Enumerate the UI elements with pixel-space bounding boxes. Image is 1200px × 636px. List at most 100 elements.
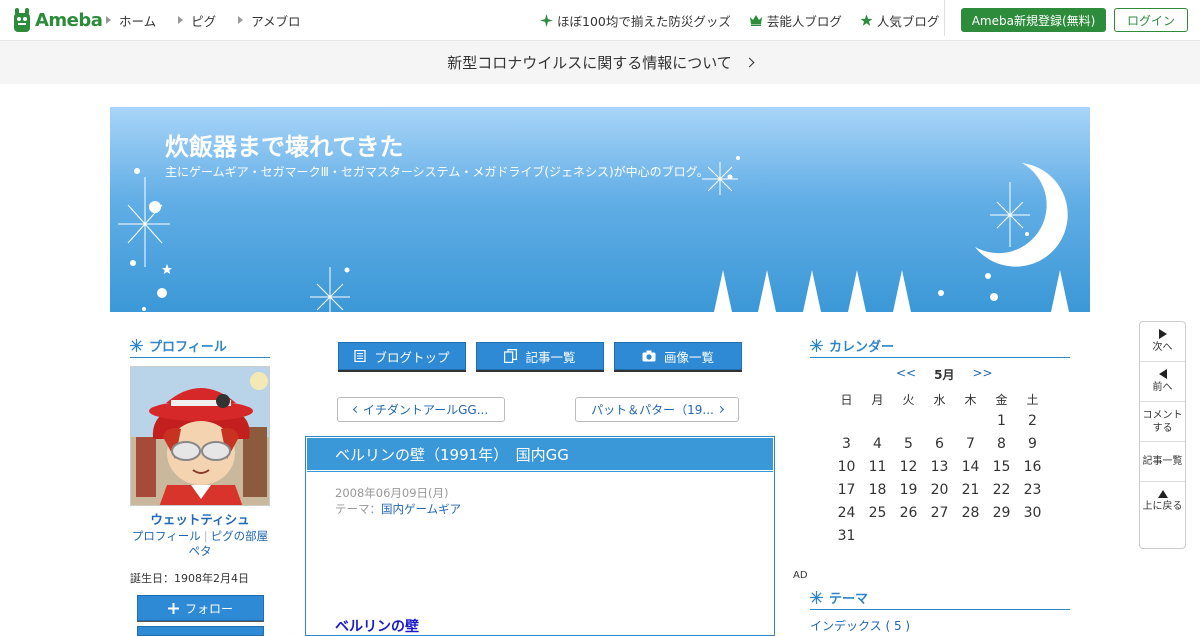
pigg-room-link[interactable]: ピグの部屋 [211, 529, 269, 543]
ad-label: AD [793, 570, 808, 581]
calendar-table: 日 月 火 水 木 金 土 12 3456789 10 11 12 13 14 15 16 … [831, 389, 1048, 547]
float-comment-label: コメント する [1142, 409, 1183, 434]
avatar[interactable] [130, 366, 270, 506]
weekday: 土 [1026, 392, 1039, 407]
calendar-day: 10 [837, 458, 856, 475]
calendar-weekdays: 日 月 火 水 木 金 土 [831, 389, 1048, 409]
calendar-next-month[interactable]: >> [972, 366, 992, 383]
document-icon [354, 350, 367, 362]
calendar-day: 19 [899, 481, 918, 498]
image-list-button[interactable]: 画像一覧 [614, 342, 742, 370]
header-divider [944, 0, 945, 36]
global-nav-home[interactable]: ホーム [106, 11, 156, 30]
covid-notice-bar[interactable]: 新型コロナウイルスに関する情報について [0, 41, 1200, 84]
prev-article-label: イチダントアールGG... [362, 403, 489, 417]
calendar-heading: カレンダー [810, 336, 1070, 358]
link-popular-blog[interactable]: 人気ブログ [860, 11, 940, 30]
calendar-day: 28 [961, 504, 980, 521]
triangle-right-icon [178, 16, 184, 24]
triangle-left-icon [1158, 369, 1167, 379]
link-celebrity-blog[interactable]: 芸能人ブログ [749, 11, 842, 30]
global-nav-label: ホーム [119, 13, 157, 29]
global-nav-label: ピグ [191, 13, 217, 29]
article-list-button[interactable]: 記事一覧 [476, 342, 604, 370]
calendar-day: 5 [904, 435, 913, 452]
calendar-day: 25 [868, 504, 887, 521]
next-article-link[interactable]: パット＆パター（19... [575, 397, 739, 422]
ameba-logo[interactable]: Ameba [12, 7, 103, 33]
floating-nav: 次へ 前へ コメント する 記事一覧 上に戻る [1139, 321, 1186, 549]
sparkle-icon [540, 13, 553, 27]
float-next-button[interactable]: 次へ [1140, 322, 1185, 362]
calendar-day: 26 [899, 504, 918, 521]
calendar-week: 24 25 26 27 28 29 30 [831, 501, 1048, 524]
peta-link[interactable]: ペタ [189, 544, 212, 558]
calendar-day [893, 409, 924, 432]
float-list-button[interactable]: 記事一覧 [1140, 442, 1185, 482]
link-bousai-goods[interactable]: ほぼ100均で揃えた防災グッズ [540, 11, 731, 30]
calendar-day [862, 524, 893, 547]
login-button[interactable]: ログイン [1114, 8, 1188, 32]
article-date: 2008年06月09日(月) [335, 486, 449, 500]
weekday: 金 [995, 392, 1008, 407]
link-label: 人気ブログ [876, 13, 940, 29]
float-top-button[interactable]: 上に戻る [1140, 482, 1185, 549]
calendar-week: 12 [831, 409, 1048, 432]
global-nav-ameblo[interactable]: アメブロ [238, 11, 301, 30]
calendar-day: 3 [842, 435, 851, 452]
calendar-day: 11 [868, 458, 887, 475]
calendar-day: 16 [1023, 458, 1042, 475]
theme-item[interactable]: インデックス ( 5 ) [810, 617, 910, 634]
global-header: Ameba ホーム ピグ アメブロ ほぼ100均で揃えた防災グッズ 芸能人ブログ… [0, 0, 1200, 41]
article-theme-link[interactable]: 国内ゲームギア [381, 502, 461, 516]
calendar-day: 29 [992, 504, 1011, 521]
calendar-prev-month[interactable]: << [896, 366, 916, 383]
link-label: ほぼ100均で揃えた防災グッズ [557, 13, 731, 29]
calendar-day: 6 [935, 435, 944, 452]
calendar-day: 9 [1028, 435, 1037, 452]
float-prev-label: 前へ [1152, 382, 1173, 393]
float-prev-button[interactable]: 前へ [1140, 362, 1185, 402]
blog-top-label: ブログトップ [374, 349, 450, 365]
global-nav-label: アメブロ [251, 13, 301, 29]
article-title[interactable]: ベルリンの壁（1991年） 国内GG [307, 438, 773, 473]
calendar-week: 17 18 19 20 21 22 23 [831, 478, 1048, 501]
calendar-day: 20 [930, 481, 949, 498]
crown-icon [749, 15, 762, 26]
calendar-day: 23 [1023, 481, 1042, 498]
chevron-right-icon [744, 57, 755, 68]
calendar-day [924, 524, 955, 547]
follow-label: フォロー [184, 601, 233, 616]
float-comment-button[interactable]: コメント する [1140, 402, 1185, 442]
sparkle-icon [130, 339, 143, 352]
weekday: 火 [902, 392, 915, 407]
birthday: 誕生日：1908年2月4日 [130, 572, 249, 585]
blog-title[interactable]: 炊飯器まで壊れてきた [165, 127, 404, 162]
follow-button[interactable]: フォロー [137, 595, 264, 621]
calendar-day: 18 [868, 481, 887, 498]
global-nav-pigg[interactable]: ピグ [178, 11, 216, 30]
star-icon [860, 14, 873, 26]
calendar-week: 3 4 5 6 7 8 9 [831, 432, 1048, 455]
triangle-right-icon [238, 16, 244, 24]
next-article-label: パット＆パター（19... [591, 403, 714, 417]
article-theme: テーマ：国内ゲームギア [335, 501, 461, 517]
calendar-day: 12 [899, 458, 918, 475]
calendar-day: 7 [966, 435, 975, 452]
blog-header-banner[interactable]: 炊飯器まで壊れてきた 主にゲームギア・セガマークⅢ・セガマスターシステム・メガド… [110, 107, 1090, 312]
blog-top-button[interactable]: ブログトップ [338, 342, 466, 370]
global-nav: ホーム ピグ アメブロ [106, 0, 301, 40]
secondary-button[interactable] [137, 626, 264, 636]
profile-link[interactable]: プロフィール [132, 529, 201, 543]
article-theme-prefix: テーマ： [335, 502, 381, 516]
calendar-day: 4 [873, 435, 882, 452]
triangle-up-icon [1157, 490, 1168, 498]
calendar-day: 17 [837, 481, 856, 498]
weekday: 水 [933, 392, 946, 407]
calendar-day: 31 [837, 527, 856, 544]
chevron-left-icon [352, 405, 360, 414]
prev-article-link[interactable]: イチダントアールGG... [337, 397, 505, 422]
profile-name[interactable]: ウェットティシュ [130, 509, 270, 528]
calendar-day [955, 524, 986, 547]
register-button[interactable]: Ameba新規登録(無料) [961, 8, 1106, 32]
